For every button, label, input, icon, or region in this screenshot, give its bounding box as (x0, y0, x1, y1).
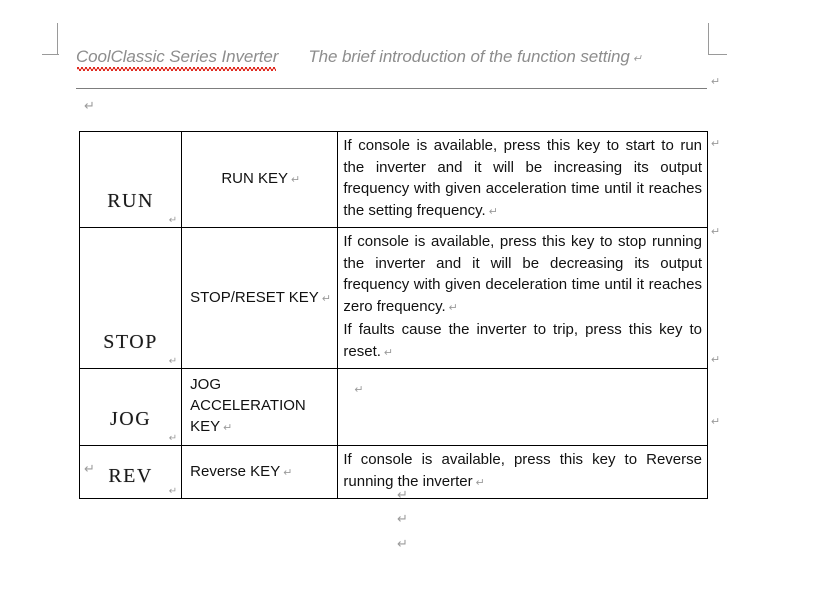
pilcrow-icon: ↵ (283, 466, 293, 479)
pilcrow-icon: ↵ (354, 384, 364, 396)
header-separator-rule (76, 88, 707, 89)
pilcrow-icon: ↵ (321, 292, 332, 305)
description-paragraph: If console is available, press this key … (343, 135, 702, 223)
pilcrow-icon: ↵ (397, 536, 408, 551)
header-title-right: The brief introduction of the function s… (308, 47, 630, 66)
margin-corner-mark-top-right (708, 23, 731, 55)
key-name-cell: STOP/RESET KEY ↵ (181, 227, 339, 369)
pilcrow-icon: ↵ (168, 215, 178, 226)
key-description-cell: If console is available, press this key … (337, 131, 708, 228)
pilcrow-icon: ↵ (711, 354, 721, 366)
key-name-reverse: Reverse KEY (190, 462, 281, 480)
pilcrow-icon: ↵ (168, 356, 178, 367)
pilcrow-icon: ↵ (223, 422, 233, 434)
table-row: RUN ↵ RUN KEY ↵ If console is available, … (78, 131, 708, 228)
description-text-reset: If faults cause the inverter to trip, pr… (343, 321, 702, 360)
key-glyph-cell: STOP ↵ (78, 227, 183, 369)
key-name-cell: RUN KEY ↵ (181, 131, 339, 228)
header-title-left: CoolClassic Series Inverter (76, 44, 278, 71)
key-description-cell: If console is available, press this key … (337, 445, 708, 499)
key-name-stop-reset: STOP/RESET KEY (190, 288, 319, 306)
pilcrow-icon: ↵ (84, 461, 95, 476)
pilcrow-icon: ↵ (711, 76, 721, 88)
key-label-run: RUN (107, 190, 154, 212)
description-paragraph: If console is available, press this key … (343, 231, 702, 319)
pilcrow-icon: ↵ (397, 487, 408, 502)
pilcrow-icon: ↵ (711, 416, 721, 428)
function-key-table: RUN ↵ RUN KEY ↵ If console is available, … (78, 131, 708, 499)
key-label-stop: STOP (103, 331, 158, 353)
description-text-stop: If console is available, press this key … (343, 233, 702, 315)
document-header: CoolClassic Series Inverter The brief int… (76, 44, 708, 72)
key-label-rev: REV (108, 465, 153, 487)
key-name-jog-acceleration: JOG ACCELERATION KEY (190, 376, 306, 435)
key-name-cell: JOG ACCELERATION KEY ↵ (181, 368, 339, 446)
pilcrow-icon: ↵ (291, 174, 301, 186)
key-name-run: RUN KEY (221, 170, 288, 187)
description-text-run: If console is available, press this key … (343, 137, 702, 219)
pilcrow-icon: ↵ (488, 205, 498, 218)
key-description-cell: ↵ (337, 368, 708, 446)
key-glyph-cell: RUN ↵ (78, 131, 183, 228)
pilcrow-icon: ↵ (475, 476, 485, 489)
pilcrow-icon: ↵ (383, 346, 394, 359)
header-text-line: CoolClassic Series Inverter The brief int… (76, 44, 708, 72)
key-name-cell: Reverse KEY ↵ (181, 445, 339, 499)
pilcrow-icon: ↵ (448, 301, 458, 314)
key-glyph-cell: JOG ↵ (78, 368, 183, 446)
pilcrow-icon: ↵ (711, 138, 721, 150)
pilcrow-icon: ↵ (632, 53, 642, 65)
pilcrow-icon: ↵ (84, 98, 95, 113)
pilcrow-icon: ↵ (711, 226, 721, 238)
pilcrow-icon: ↵ (168, 433, 178, 444)
pilcrow-icon: ↵ (168, 486, 178, 497)
table-row: REV ↵ Reverse KEY ↵ If console is availab… (78, 445, 708, 499)
table-row: JOG ↵ JOG ACCELERATION KEY ↵ ↵ (78, 368, 708, 446)
description-text-reverse: If console is available, press this key … (343, 451, 702, 490)
pilcrow-icon: ↵ (397, 511, 408, 526)
description-paragraph: If faults cause the inverter to trip, pr… (343, 319, 702, 364)
table-row: STOP ↵ STOP/RESET KEY ↵ If console is ava… (78, 227, 708, 369)
key-description-cell: If console is available, press this key … (337, 227, 708, 369)
key-label-jog: JOG (109, 408, 152, 430)
